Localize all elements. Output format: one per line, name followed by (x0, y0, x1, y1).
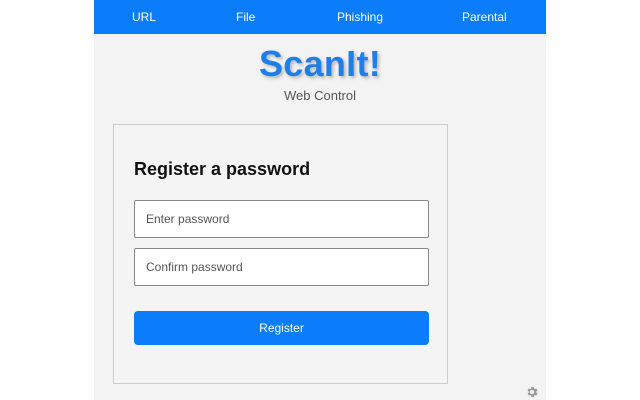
app-subtitle: Web Control (283, 88, 356, 103)
tab-file[interactable]: File (236, 10, 255, 24)
brand-header: ScanIt! Web Control (94, 44, 546, 104)
app-title: ScanIt! (258, 43, 382, 84)
register-button[interactable]: Register (134, 311, 429, 345)
tab-url[interactable]: URL (132, 10, 156, 24)
tab-parental[interactable]: Parental (462, 10, 507, 24)
confirm-password-input[interactable] (134, 248, 429, 286)
register-heading: Register a password (134, 159, 311, 179)
tab-phishing[interactable]: Phishing (337, 10, 383, 24)
password-input[interactable] (134, 200, 429, 238)
extension-popup: URL File Phishing Parental ScanIt! Web C… (94, 0, 546, 400)
top-nav: URL File Phishing Parental (94, 0, 546, 34)
gear-icon[interactable] (525, 385, 539, 399)
register-card: Register a password Register (113, 124, 448, 384)
